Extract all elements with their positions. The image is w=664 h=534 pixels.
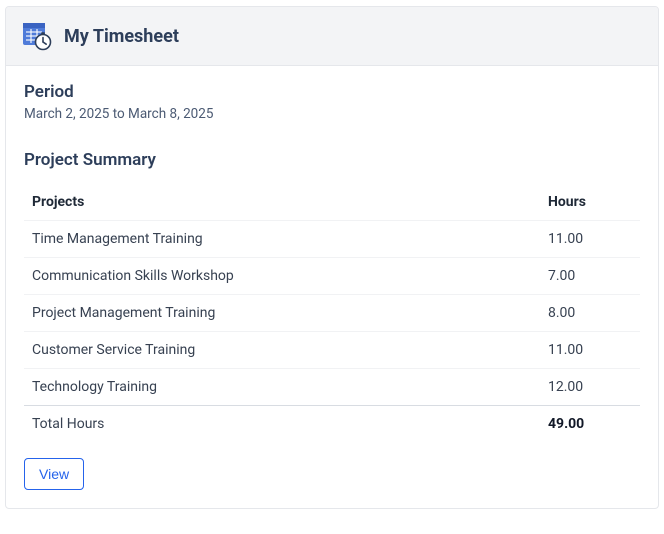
card-body: Period March 2, 2025 to March 8, 2025 Pr…: [6, 66, 658, 508]
summary-title: Project Summary: [24, 150, 640, 170]
project-summary-table: Projects Hours Time Management Training …: [24, 184, 640, 442]
table-row: Customer Service Training 11.00: [24, 332, 640, 369]
total-hours: 49.00: [540, 406, 640, 443]
actions-row: View: [24, 458, 640, 490]
hours-cell: 7.00: [540, 258, 640, 295]
period-value: March 2, 2025 to March 8, 2025: [24, 106, 640, 122]
project-cell: Technology Training: [24, 369, 540, 406]
view-button[interactable]: View: [24, 458, 84, 490]
table-row: Communication Skills Workshop 7.00: [24, 258, 640, 295]
table-row: Project Management Training 8.00: [24, 295, 640, 332]
project-cell: Communication Skills Workshop: [24, 258, 540, 295]
card-header: My Timesheet: [6, 7, 658, 66]
table-row: Technology Training 12.00: [24, 369, 640, 406]
hours-cell: 12.00: [540, 369, 640, 406]
total-row: Total Hours 49.00: [24, 406, 640, 443]
column-header-projects: Projects: [24, 184, 540, 221]
total-label: Total Hours: [24, 406, 540, 443]
period-label: Period: [24, 82, 640, 102]
hours-cell: 11.00: [540, 221, 640, 258]
page-title: My Timesheet: [64, 26, 179, 47]
hours-cell: 8.00: [540, 295, 640, 332]
project-cell: Time Management Training: [24, 221, 540, 258]
project-cell: Customer Service Training: [24, 332, 540, 369]
timesheet-card: My Timesheet Period March 2, 2025 to Mar…: [5, 6, 659, 509]
timesheet-clock-icon: [22, 21, 52, 51]
hours-cell: 11.00: [540, 332, 640, 369]
table-row: Time Management Training 11.00: [24, 221, 640, 258]
project-cell: Project Management Training: [24, 295, 540, 332]
column-header-hours: Hours: [540, 184, 640, 221]
